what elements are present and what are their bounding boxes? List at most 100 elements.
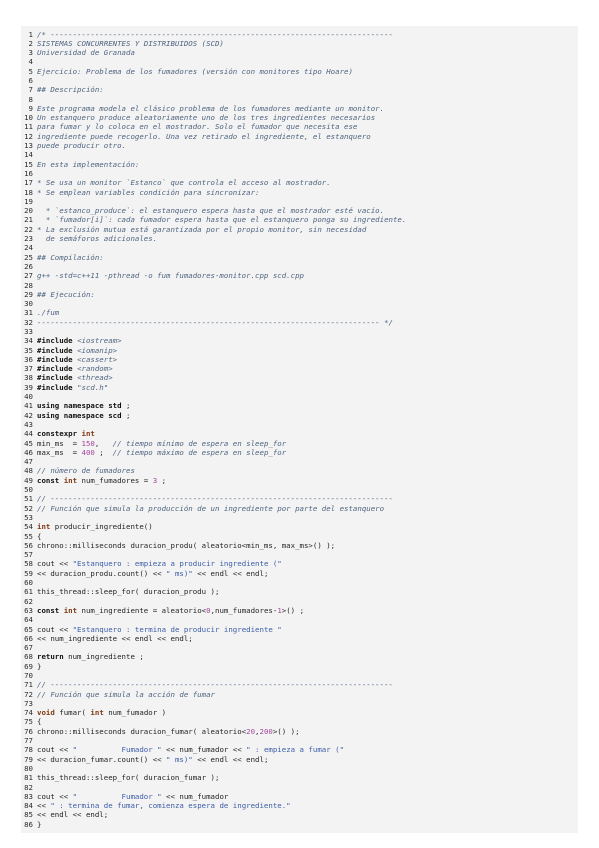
code-line: 30 <box>21 299 578 308</box>
line-number: 36 <box>24 354 33 364</box>
code-text: num_ingrediente ; <box>63 652 144 662</box>
line-number: 45 <box>24 438 33 448</box>
code-text: ; <box>121 410 131 420</box>
code-line: 23 de semáforos adicionales. <box>21 234 578 243</box>
line-text: g++ -std=c++11 -pthread -o fum fumadores… <box>37 271 304 280</box>
code-line: 46 max_ms = 400 ; // tiempo máximo de esp… <box>21 448 578 457</box>
comment-text: // número de fumadores <box>37 466 135 476</box>
keyword: std <box>108 401 122 411</box>
line-number: 82 <box>24 782 33 792</box>
line-text: de semáforos adicionales. <box>37 234 157 243</box>
type-keyword: int <box>90 708 104 718</box>
comment-text: // Función que simula la acción de fumar <box>37 689 215 699</box>
comment-text: SISTEMAS CONCURRENTES Y DISTRIBUIDOS (SC… <box>37 38 224 48</box>
line-number: 68 <box>24 652 33 662</box>
keyword: using <box>37 401 60 411</box>
code-line: 49 const int num_fumadores = 3 ; <box>21 476 578 485</box>
line-text: return num_ingrediente ; <box>37 652 144 661</box>
line-text: Universidad de Granada <box>37 48 135 57</box>
code-line: 63 const int num_ingrediente = aleatorio<… <box>21 606 578 615</box>
comment-text: g++ -std=c++11 -pthread -o fum fumadores… <box>37 271 304 281</box>
string-literal: " Fumador " <box>72 791 162 801</box>
line-text: const int num_ingrediente = aleatorio<0,… <box>37 606 304 615</box>
line-text: * La exclusión mutua está garantizada po… <box>37 225 366 234</box>
line-number: 49 <box>24 475 33 485</box>
comment-text: // Función que simula la producción de u… <box>37 503 385 513</box>
line-number: 79 <box>24 754 33 764</box>
type-keyword: void <box>37 708 55 718</box>
code-line: 11 para fumar y lo coloca en el mostrador… <box>21 122 578 131</box>
line-text: int producir_ingrediente() <box>37 522 153 531</box>
line-text: ## Descripción: <box>37 85 104 94</box>
preprocessor-directive: #include <box>37 382 73 392</box>
code-line: 7 ## Descripción: <box>21 85 578 94</box>
line-number: 37 <box>24 364 33 374</box>
code-line: 21 * `fumador[i]`: cada fumador espera h… <box>21 215 578 224</box>
line-number: 86 <box>24 819 33 829</box>
code-line: 65 cout << "Estanquero : termina de produ… <box>21 625 578 634</box>
keyword: namespace <box>63 401 104 411</box>
code-line: 43 <box>21 420 578 429</box>
comment-text: Universidad de Granada <box>37 48 135 58</box>
line-number: 31 <box>24 308 33 318</box>
string-literal: " ms)" <box>166 754 193 764</box>
line-number: 72 <box>24 689 33 699</box>
code-line: 44 constexpr int <box>21 429 578 438</box>
keyword: scd <box>108 410 122 420</box>
code-text: << endl << endl; <box>192 754 269 764</box>
code-text: << <box>37 801 51 811</box>
line-number: 15 <box>24 159 33 169</box>
comment-text: * Se emplean variables condición para si… <box>37 187 260 197</box>
code-line: 37 #include <random> <box>21 364 578 373</box>
line-number: 64 <box>24 615 33 625</box>
line-number: 83 <box>24 791 33 801</box>
document-page: 1 /* ------------------------------------… <box>0 0 599 848</box>
line-number: 21 <box>24 215 33 225</box>
line-number: 69 <box>24 661 33 671</box>
line-text: * Se usa un monitor `Estanco` que contro… <box>37 178 331 187</box>
line-number: 16 <box>24 168 33 178</box>
code-text: this_thread::sleep_for( duracion_fumar )… <box>37 773 220 783</box>
line-text: * `estanco_produce`: el estanquero esper… <box>37 206 384 215</box>
line-text: cout << " Fumador " << num_fumador << " … <box>37 745 344 754</box>
line-text: { <box>37 532 41 541</box>
code-line: 67 <box>21 643 578 652</box>
string-literal: " ms)" <box>166 568 193 578</box>
comment-text: Este programa modela el clásico problema… <box>37 103 385 113</box>
line-number: 59 <box>24 568 33 578</box>
code-line: 39 #include "scd.h" <box>21 383 578 392</box>
code-line: 61 this_thread::sleep_for( duracion_produ… <box>21 587 578 596</box>
line-number: 7 <box>28 85 33 95</box>
code-line: 47 <box>21 457 578 466</box>
code-line: 86} <box>21 820 578 829</box>
line-number: 13 <box>24 141 33 151</box>
line-text: /* -------------------------------------… <box>37 30 393 39</box>
comment-text: ingrediente puede recogerlo. Una vez ret… <box>37 131 371 141</box>
line-text: Este programa modela el clásico problema… <box>37 104 384 113</box>
line-number: 38 <box>24 373 33 383</box>
comment-text: * `fumador[i]`: cada fumador espera hast… <box>37 215 407 225</box>
code-text: num_fumadores = <box>77 475 153 485</box>
header-name: <random> <box>77 364 113 374</box>
code-line: 53 <box>21 513 578 522</box>
line-text: ## Compilación: <box>37 253 104 262</box>
comment-text: // -------------------------------------… <box>37 494 393 504</box>
code-line: 31 ./fum <box>21 308 578 317</box>
comment-text: Un estanquero produce aleatoriamente uno… <box>37 113 376 123</box>
line-text: En esta implementación: <box>37 160 139 169</box>
code-text: cout << <box>37 791 73 801</box>
line-number: 6 <box>28 75 33 85</box>
line-text: { <box>37 717 41 726</box>
code-line: 64 <box>21 615 578 624</box>
code-text: chrono::milliseconds duracion_produ( ale… <box>37 540 336 550</box>
code-line: 74 void fumar( int num_fumador ) <box>21 708 578 717</box>
code-line: 25 ## Compilación: <box>21 253 578 262</box>
line-text: #include <iostream> <box>37 336 122 345</box>
header-name: <thread> <box>77 373 113 383</box>
line-number: 75 <box>24 717 33 727</box>
line-number: 30 <box>24 299 33 309</box>
line-number: 25 <box>24 252 33 262</box>
line-number: 23 <box>24 234 33 244</box>
code-text: fumar( <box>54 708 91 718</box>
line-number: 32 <box>24 317 33 327</box>
